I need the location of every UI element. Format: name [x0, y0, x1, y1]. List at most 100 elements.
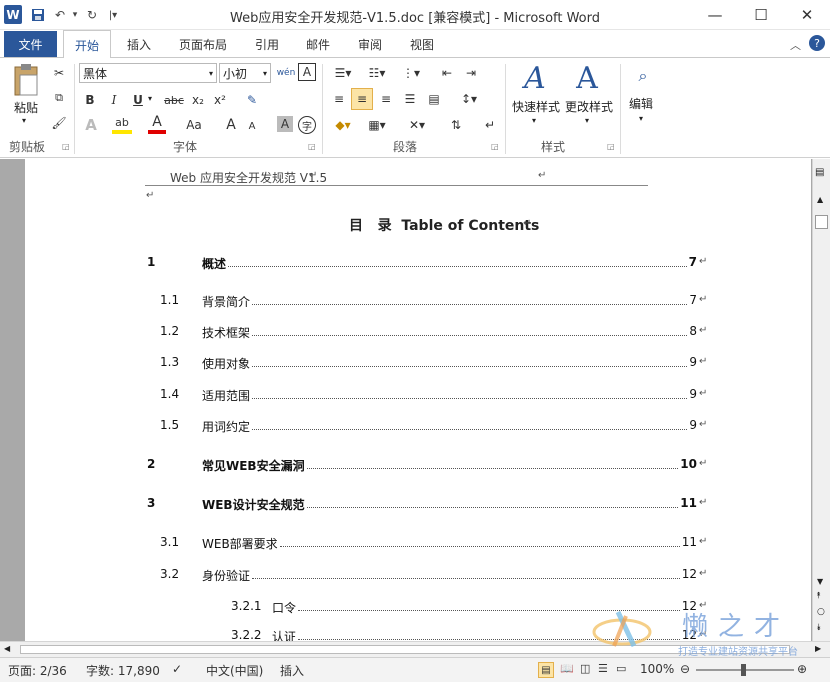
subscript-button[interactable]: x₂: [189, 91, 207, 109]
tab-file[interactable]: 文件: [4, 31, 57, 57]
change-case-button[interactable]: Aa: [182, 116, 206, 134]
previous-page-icon[interactable]: ⯭: [816, 591, 821, 601]
clipboard-launcher-icon[interactable]: ◲: [62, 142, 70, 151]
bold-button[interactable]: B: [82, 91, 98, 109]
minimize-ribbon-icon[interactable]: ︿: [790, 37, 801, 53]
numbering-icon[interactable]: ☷▾: [364, 64, 390, 82]
borders-icon[interactable]: ▦▾: [364, 115, 390, 135]
align-left-icon[interactable]: ≡: [329, 89, 349, 109]
character-border-icon[interactable]: A: [298, 63, 316, 81]
change-styles-button[interactable]: 更改样式: [565, 98, 613, 115]
align-right-icon[interactable]: ≡: [376, 89, 396, 109]
redo-icon[interactable]: ↻: [83, 6, 101, 24]
styles-launcher-icon[interactable]: ◲: [607, 142, 615, 151]
font-color-icon[interactable]: A: [148, 114, 166, 134]
quick-styles-button[interactable]: 快速样式: [512, 98, 560, 115]
line-spacing-icon[interactable]: ↕▾: [456, 89, 482, 109]
paste-dropdown-icon[interactable]: ▾: [22, 116, 26, 125]
italic-button[interactable]: I: [106, 91, 122, 109]
proofing-icon[interactable]: ✓: [172, 662, 182, 676]
word-count-status[interactable]: 字数: 17,890: [86, 662, 160, 679]
print-layout-icon[interactable]: ▤: [538, 662, 554, 678]
superscript-button[interactable]: x²: [211, 91, 229, 109]
save-icon[interactable]: [29, 6, 47, 24]
clear-formatting-icon[interactable]: ✎: [242, 91, 262, 109]
tab-home[interactable]: 开始: [63, 30, 111, 59]
undo-dropdown-icon[interactable]: ▾: [66, 6, 84, 24]
shading-icon[interactable]: ◆▾: [330, 115, 356, 135]
outline-icon[interactable]: ☰: [598, 662, 608, 675]
paragraph-mark: ↵: [523, 218, 532, 229]
chinese-layout-icon[interactable]: ✕▾: [404, 115, 430, 135]
ribbon-tabs: 文件 开始 插入 页面布局 引用 邮件 审阅 视图 ︿ ?: [0, 30, 830, 59]
grow-font-button[interactable]: A: [224, 116, 238, 134]
tab-references[interactable]: 引用: [255, 36, 279, 53]
close-button[interactable]: ✕: [784, 0, 830, 30]
change-styles-icon[interactable]: A: [570, 60, 604, 96]
align-center-icon[interactable]: ≡: [351, 88, 373, 110]
increase-indent-icon[interactable]: ⇥: [461, 64, 481, 82]
phonetic-guide-icon[interactable]: wén: [276, 63, 296, 83]
tab-review[interactable]: 审阅: [358, 36, 382, 53]
strikethrough-button[interactable]: abc: [162, 91, 186, 109]
tab-mailings[interactable]: 邮件: [306, 36, 330, 53]
tab-view[interactable]: 视图: [410, 36, 434, 53]
chevron-down-icon[interactable]: ▾: [585, 116, 589, 125]
ruler-toggle-icon[interactable]: ▤: [815, 167, 827, 181]
tab-page-layout[interactable]: 页面布局: [179, 36, 227, 53]
show-marks-icon[interactable]: ↵: [480, 115, 500, 135]
zoom-slider-thumb[interactable]: [741, 664, 746, 676]
font-launcher-icon[interactable]: ◲: [308, 142, 316, 151]
zoom-out-icon[interactable]: ⊖: [680, 662, 690, 676]
toc-entry-text: WEB设计安全规范: [202, 498, 305, 512]
tab-insert[interactable]: 插入: [127, 36, 151, 53]
page-count-status[interactable]: 页面: 2/36: [8, 662, 67, 679]
font-name-combo[interactable]: 黑体 ▾: [79, 63, 217, 83]
cut-icon[interactable]: ✂: [52, 66, 66, 80]
draft-icon[interactable]: ▭: [616, 662, 626, 675]
underline-button[interactable]: U: [130, 91, 146, 109]
help-icon[interactable]: ?: [809, 35, 825, 51]
decrease-indent-icon[interactable]: ⇤: [437, 64, 457, 82]
binoculars-icon[interactable]: ⌕: [630, 64, 656, 88]
paste-icon[interactable]: [10, 62, 42, 98]
highlight-color-icon[interactable]: ab: [112, 114, 132, 134]
minimize-button[interactable]: —: [692, 0, 738, 30]
bullets-icon[interactable]: ☰▾: [330, 64, 356, 82]
paragraph-launcher-icon[interactable]: ◲: [491, 142, 499, 151]
format-painter-icon[interactable]: 🖌: [51, 116, 66, 130]
paste-button[interactable]: 粘贴: [14, 99, 38, 116]
text-effects-icon[interactable]: A: [82, 116, 100, 134]
editing-button[interactable]: 编辑: [629, 95, 653, 112]
font-size-combo[interactable]: 小初 ▾: [219, 63, 271, 83]
zoom-in-icon[interactable]: ⊕: [797, 662, 807, 676]
chevron-down-icon[interactable]: ▾: [639, 114, 643, 123]
toc-entry-page: 8: [689, 324, 697, 338]
web-layout-icon[interactable]: ◫: [580, 662, 590, 675]
multilevel-list-icon[interactable]: ⋮▾: [398, 64, 424, 82]
copy-icon[interactable]: ⧉: [52, 91, 66, 105]
document-page[interactable]: Web 应用安全开发规范 V1.5 ↵ ↵ ↵ 目 录 Table of Con…: [25, 159, 811, 644]
vertical-scrollbar[interactable]: ▤ ▲ ▼ ⯭ ○ ⯯: [812, 159, 830, 641]
maximize-button[interactable]: ☐: [738, 0, 784, 30]
scroll-left-icon[interactable]: ◀: [4, 644, 10, 653]
chevron-down-icon[interactable]: ▾: [532, 116, 536, 125]
shrink-font-button[interactable]: A: [246, 118, 258, 134]
sort-icon[interactable]: ⇅: [446, 115, 466, 135]
justify-icon[interactable]: ☰: [400, 89, 420, 109]
paragraph-mark: ↵: [699, 568, 708, 579]
insert-mode-status[interactable]: 插入: [280, 662, 304, 679]
scroll-down-icon[interactable]: ▼: [817, 577, 823, 586]
zoom-level[interactable]: 100%: [640, 662, 674, 676]
enclose-characters-icon[interactable]: 字: [298, 116, 316, 134]
scroll-up-icon[interactable]: ▲: [817, 195, 823, 204]
quick-styles-icon[interactable]: A: [518, 60, 552, 96]
reading-layout-icon[interactable]: 📖: [560, 662, 574, 675]
character-shading-icon[interactable]: A: [277, 116, 293, 132]
language-status[interactable]: 中文(中国): [206, 662, 263, 679]
underline-dropdown-icon[interactable]: ▾: [148, 94, 152, 103]
scroll-thumb[interactable]: [815, 215, 828, 229]
customize-quick-access-icon[interactable]: |▾: [104, 6, 122, 24]
word-logo-icon[interactable]: W: [4, 5, 22, 24]
distributed-icon[interactable]: ▤: [424, 89, 444, 109]
